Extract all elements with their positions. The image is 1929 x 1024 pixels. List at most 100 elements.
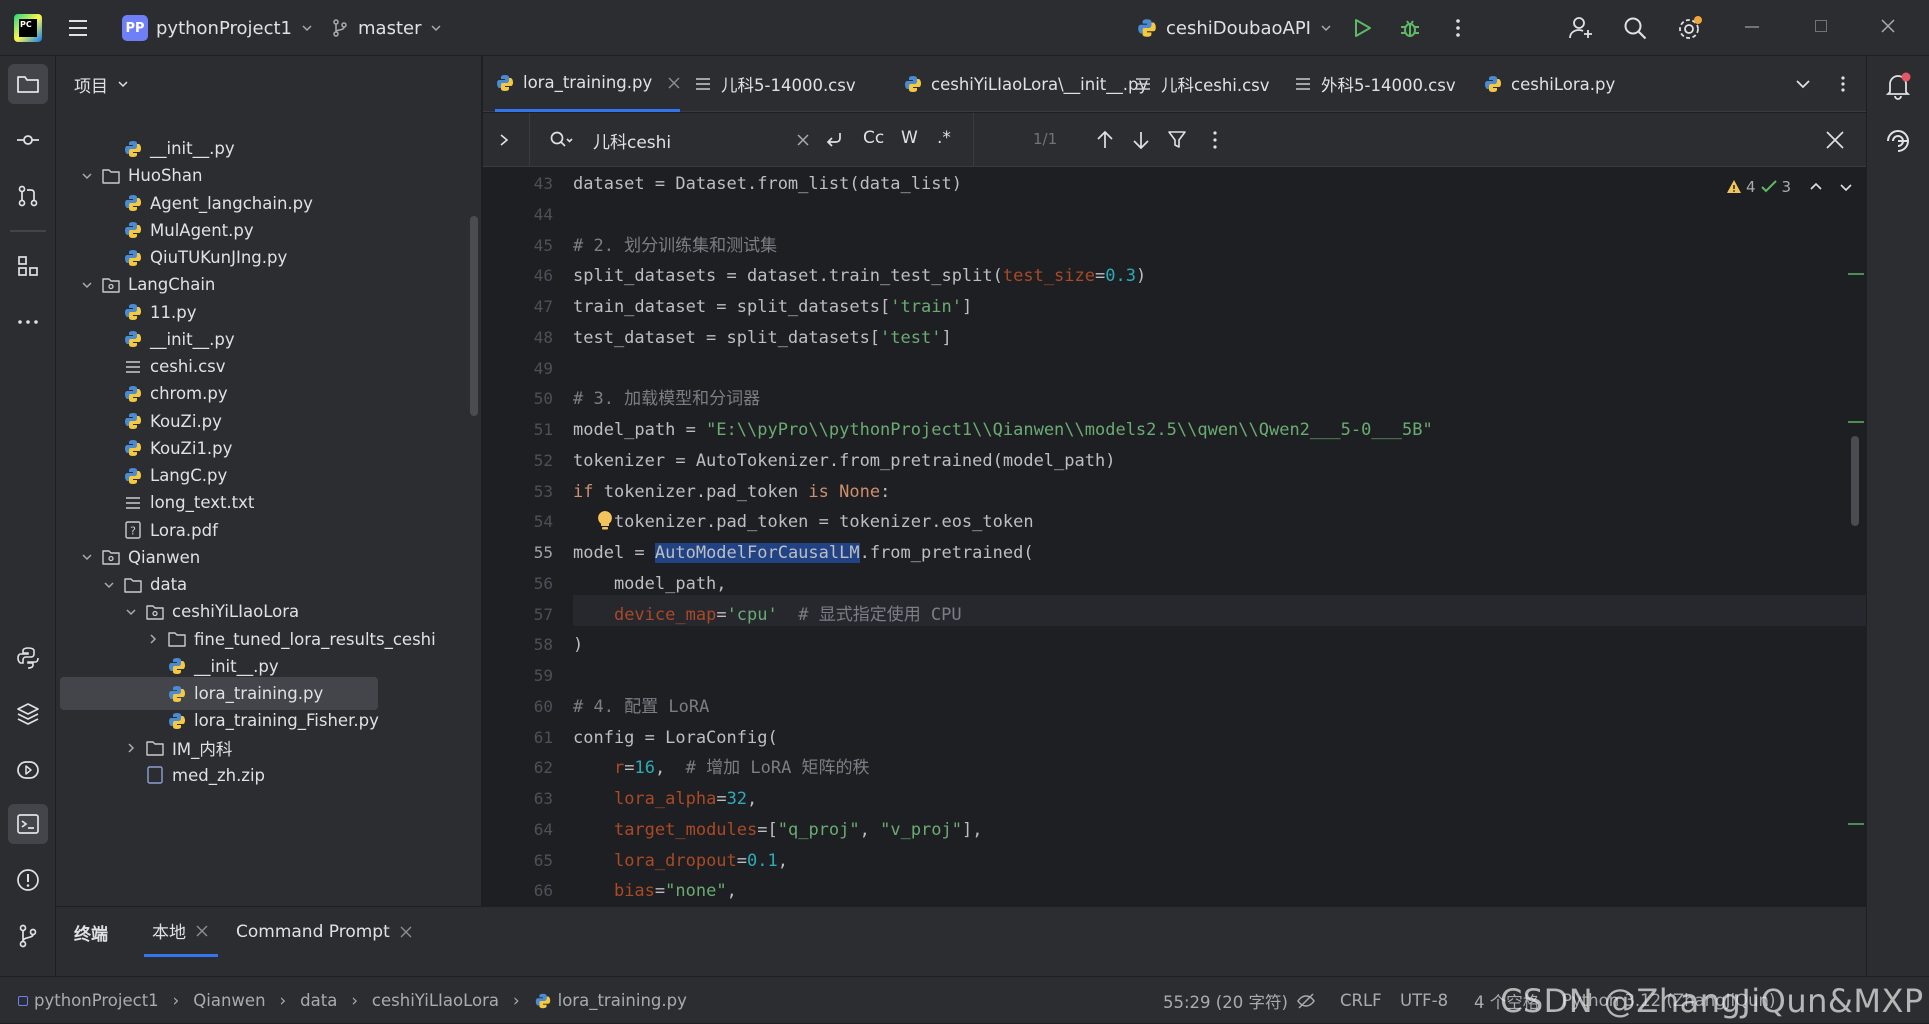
chevron-down-icon[interactable] [124,605,138,619]
main-menu-icon[interactable] [66,16,90,40]
line-number[interactable]: 55 [483,538,553,569]
close-tab-icon[interactable] [196,925,208,937]
readonly-toggle-icon[interactable] [1296,977,1316,1024]
line-number[interactable]: 63 [483,784,553,815]
structure-tool-button[interactable] [8,246,48,286]
python-packages-button[interactable] [8,694,48,734]
line-number[interactable]: 51 [483,415,553,446]
expand-replace-icon[interactable] [497,132,511,148]
breadcrumb-item[interactable]: pythonProject1 [34,991,159,1010]
line-number[interactable]: 47 [483,292,553,323]
chevron-right-icon[interactable] [146,632,160,646]
line-number[interactable]: 45 [483,231,553,262]
branch-selector[interactable]: master [330,0,443,56]
line-number[interactable]: 48 [483,323,553,354]
breadcrumb-item[interactable]: Qianwen [193,991,265,1010]
editor-tab[interactable]: ceshiLora.py [1483,56,1615,112]
editor-tab[interactable]: 儿科ceshi.csv [1133,56,1270,112]
chevron-up-icon[interactable] [1807,179,1825,195]
pull-requests-tool-button[interactable] [8,176,48,216]
caret-position[interactable]: 55:29 (20 字符) [1163,977,1288,1024]
close-tab-icon[interactable] [668,77,680,89]
project-panel-header[interactable]: 项目 [56,56,481,112]
run-config-selector[interactable]: ceshiDoubaoAPI [1136,0,1333,56]
notifications-icon[interactable] [1883,70,1913,100]
lightbulb-icon[interactable] [596,510,614,532]
line-number[interactable]: 61 [483,723,553,754]
breadcrumb-item[interactable]: lora_training.py [558,991,687,1010]
problems-tool-button[interactable] [8,860,48,900]
breadcrumb-item[interactable]: ceshiYiLIaoLora [372,991,499,1010]
chevron-down-icon[interactable] [80,278,94,292]
project-selector[interactable]: PP pythonProject1 [122,0,314,56]
chevron-down-icon[interactable] [80,550,94,564]
settings-icon[interactable] [1676,14,1704,42]
editor-tab[interactable]: 儿科5-14000.csv [693,56,856,112]
line-separator[interactable]: CRLF [1340,977,1382,1024]
next-match-icon[interactable] [1131,129,1151,151]
line-number[interactable]: 52 [483,446,553,477]
breadcrumb-item[interactable]: data [300,991,337,1010]
whole-words-toggle[interactable]: W [901,128,918,148]
services-button[interactable] [8,750,48,790]
line-number[interactable]: 50 [483,384,553,415]
clear-query-icon[interactable] [797,134,809,146]
close-icon[interactable] [1880,18,1896,34]
more-tools-button[interactable] [8,302,48,342]
close-tab-icon[interactable] [400,926,412,938]
line-number[interactable]: 64 [483,815,553,846]
add-user-icon[interactable] [1568,15,1594,41]
debug-icon[interactable] [1398,16,1422,40]
line-number[interactable]: 56 [483,569,553,600]
file-encoding[interactable]: UTF-8 [1400,977,1448,1024]
line-number[interactable]: 60 [483,692,553,723]
match-case-toggle[interactable]: Cc [863,128,884,148]
line-number[interactable]: 53 [483,477,553,508]
line-number[interactable]: 59 [483,661,553,692]
search-icon[interactable] [1622,15,1648,41]
minimize-icon[interactable] [1745,26,1759,28]
line-number[interactable]: 54 [483,507,553,538]
line-number[interactable]: 66 [483,876,553,907]
python-console-button[interactable] [8,638,48,678]
line-number[interactable]: 57 [483,600,553,631]
editor-tab[interactable]: lora_training.py [495,56,681,112]
more-actions-icon[interactable] [1446,16,1470,40]
line-number[interactable]: 46 [483,261,553,292]
run-icon[interactable] [1350,16,1374,40]
maximize-icon[interactable] [1815,20,1827,32]
terminal-tool-button[interactable] [8,804,48,844]
editor-error-stripe[interactable] [1846,216,1866,956]
editor-tab[interactable]: ceshiYiLIaoLora\__init__.py [903,56,1148,112]
project-scrollbar[interactable] [470,216,478,416]
line-number[interactable]: 62 [483,753,553,784]
close-find-icon[interactable] [1825,130,1845,150]
find-more-icon[interactable] [1205,129,1225,151]
project-tool-button[interactable] [8,64,48,104]
line-number[interactable]: 43 [483,169,553,200]
find-query-input[interactable]: 儿科ceshi [593,128,671,153]
chevron-down-icon[interactable] [1837,179,1855,195]
tab-list-chevron-icon[interactable] [1793,74,1813,94]
line-number[interactable]: 49 [483,354,553,385]
commit-tool-button[interactable] [8,120,48,160]
editor-vertical-scrollbar[interactable] [1851,436,1859,526]
code-view[interactable]: dataset = Dataset.from_list(data_list) # … [573,168,1848,958]
chevron-down-icon[interactable] [80,169,94,183]
tree-file[interactable]: med_zh.zip [124,759,265,792]
chevron-right-icon[interactable] [124,741,138,755]
editor-tab[interactable]: 外科5-14000.csv [1293,56,1456,112]
filter-icon[interactable] [1167,129,1187,151]
terminal-tab-command-prompt[interactable]: Command Prompt [236,907,412,957]
line-number[interactable]: 58 [483,630,553,661]
ai-assistant-icon[interactable] [1883,126,1913,156]
terminal-tab-local[interactable]: 本地 [144,907,218,957]
inspection-widget[interactable]: 4 3 [1726,178,1855,196]
line-number[interactable]: 65 [483,846,553,877]
search-history-icon[interactable] [549,130,573,150]
previous-match-icon[interactable] [1095,129,1115,151]
regex-toggle[interactable]: .* [937,128,951,148]
new-line-icon[interactable] [823,129,845,151]
chevron-down-icon[interactable] [102,578,116,592]
git-tool-button[interactable] [8,916,48,956]
